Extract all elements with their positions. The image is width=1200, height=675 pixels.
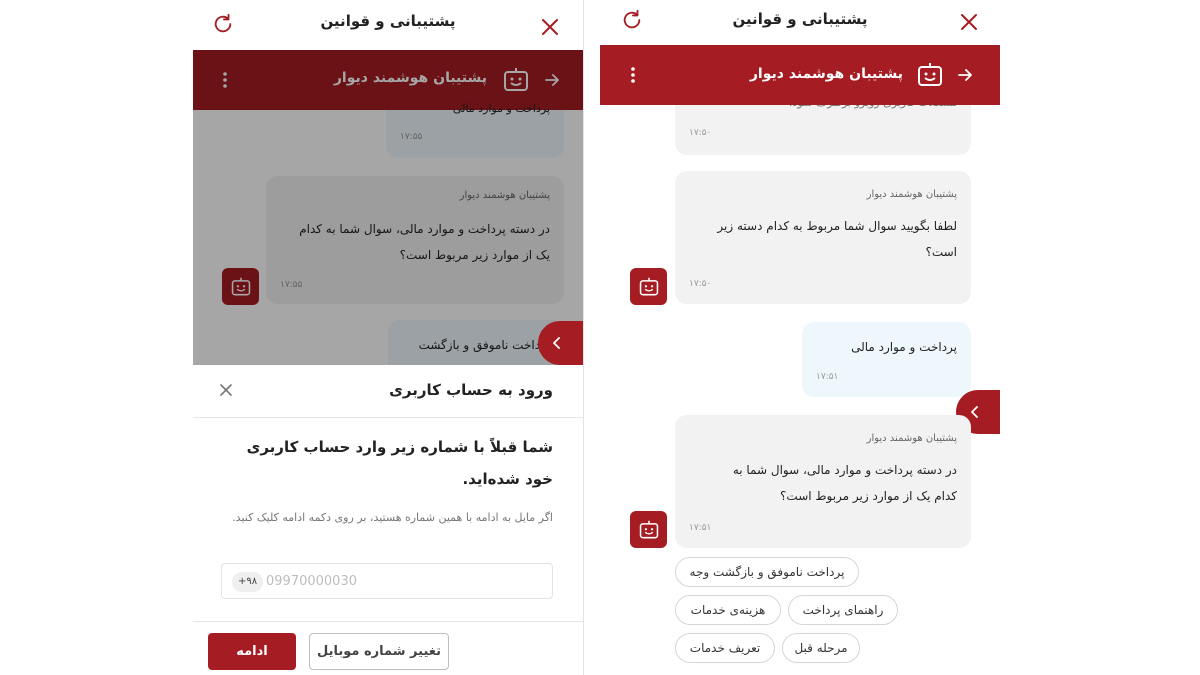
continue-button[interactable]: ادامه: [208, 633, 296, 670]
login-headline: شما قبلاً با شماره زیر وارد حساب کاربری …: [246, 438, 553, 488]
phone-field[interactable]: +۹۸: [221, 563, 553, 599]
country-code: +۹۸: [232, 572, 264, 592]
left-phone-screen: پشتیبانی و قوانین پشتیبان هوشمند دیوار پ…: [193, 0, 584, 675]
quick-reply-chip[interactable]: پرداخت ناموفق و بازگشت وجه: [675, 557, 859, 587]
chevron-left-icon: [553, 337, 560, 349]
bubble-text: پرداخت و موارد مالی: [851, 340, 957, 354]
chat-header: پشتیبان هوشمند دیوار: [600, 45, 1000, 105]
more-vertical-icon[interactable]: [626, 65, 640, 85]
quick-reply-chip[interactable]: مرحله قبل: [782, 633, 860, 663]
bubble-text: در دسته پرداخت و موارد مالی، سوال شما به…: [732, 463, 957, 503]
bubble-time: ۱۷:۵۰: [689, 279, 712, 289]
dim-overlay: [193, 50, 583, 365]
top-bar: پشتیبانی و قوانین: [193, 0, 583, 45]
chat-bubble-bot: پشتیبان هوشمند دیوار در دسته پرداخت و مو…: [675, 415, 971, 548]
bot-avatar: [630, 268, 667, 305]
close-icon[interactable]: [217, 381, 235, 399]
quick-reply-chip[interactable]: هزینه‌ی خدمات: [675, 595, 781, 625]
robot-icon: [915, 61, 945, 89]
page-title: پشتیبانی و قوانین: [320, 12, 456, 30]
bot-avatar: [630, 511, 667, 548]
side-collapse-tab[interactable]: [538, 321, 583, 365]
quick-reply-chip[interactable]: راهنمای پرداخت: [788, 595, 898, 625]
divider: [193, 621, 583, 622]
login-hint: اگر مایل به ادامه با همین شماره هستید، ب…: [232, 511, 553, 524]
robot-icon: [639, 520, 658, 538]
chat-bubble-user: پرداخت و موارد مالی ۱۷:۵۱: [802, 322, 971, 397]
sheet-title: ورود به حساب کاربری: [389, 381, 553, 399]
bubble-time: ۱۷:۵۰: [689, 128, 712, 138]
bot-name: پشتیبان هوشمند دیوار: [749, 66, 903, 82]
bubble-sender: پشتیبان هوشمند دیوار: [866, 189, 957, 200]
divider: [193, 417, 583, 418]
robot-icon: [639, 277, 658, 295]
bubble-time: ۱۷:۵۱: [816, 372, 839, 382]
close-icon[interactable]: [958, 11, 980, 33]
login-sheet: ورود به حساب کاربری شما قبلاً با شماره ز…: [193, 365, 583, 675]
right-phone-screen: پشتیبانی و قوانین مشکلات کاربری روبرو بر…: [600, 0, 1000, 675]
back-arrow-icon[interactable]: [956, 67, 974, 83]
close-icon[interactable]: [539, 16, 561, 38]
chat-bubble-bot: پشتیبان هوشمند دیوار لطفا بگویید سوال شم…: [675, 171, 971, 304]
page-title: پشتیبانی و قوانین: [732, 10, 868, 28]
change-number-button[interactable]: تغییر شماره موبایل: [309, 633, 449, 670]
bubble-sender: پشتیبان هوشمند دیوار: [866, 433, 957, 444]
bubble-time: ۱۷:۵۱: [689, 523, 712, 533]
chevron-left-icon: [971, 406, 978, 418]
top-bar: پشتیبانی و قوانین: [600, 0, 1000, 45]
bubble-text: لطفا بگویید سوال شما مربوط به کدام دسته …: [717, 219, 957, 259]
phone-input[interactable]: [266, 564, 466, 598]
quick-reply-chip[interactable]: تعریف خدمات: [675, 633, 775, 663]
